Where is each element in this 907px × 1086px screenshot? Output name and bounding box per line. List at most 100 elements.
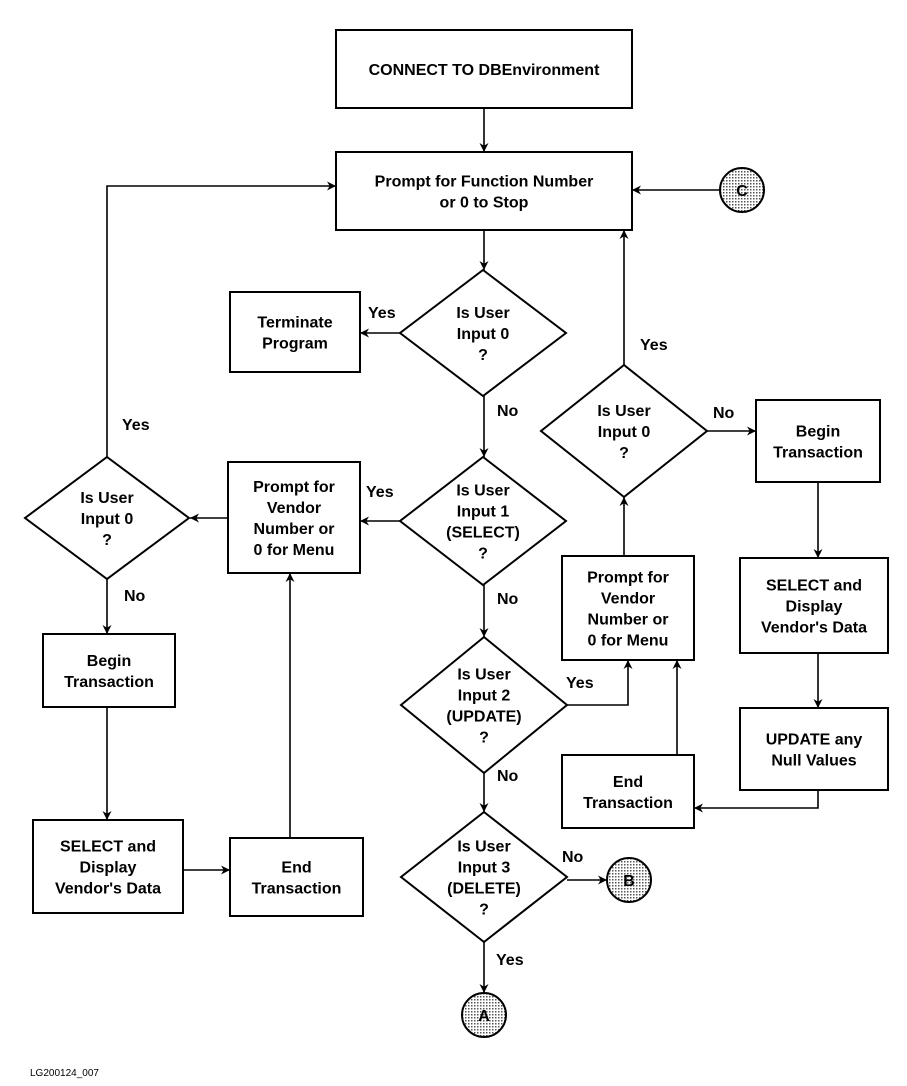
node-text: B bbox=[623, 873, 635, 890]
select-right-process: SELECT and Display Vendor's Data bbox=[739, 557, 889, 654]
edge-label-yes: Yes bbox=[566, 675, 594, 692]
node-text: Is User bbox=[597, 403, 650, 420]
node-text: Is User bbox=[457, 839, 510, 856]
node-text: Display bbox=[786, 599, 843, 616]
end-right-process: End Transaction bbox=[561, 754, 695, 829]
process-box bbox=[335, 151, 633, 231]
decision-diamond bbox=[399, 810, 569, 944]
node-text: Is User bbox=[456, 483, 509, 500]
figure-caption: LG200124_007 bbox=[30, 1068, 99, 1079]
prompt-vendor-left-process: Prompt for Vendor Number or 0 for Menu bbox=[227, 461, 361, 574]
node-text: SELECT and bbox=[60, 839, 156, 856]
node-text: Transaction bbox=[583, 795, 673, 812]
node-text: Transaction bbox=[773, 445, 863, 462]
process-box bbox=[42, 633, 176, 708]
conn-c-connector: C bbox=[719, 167, 765, 213]
node-text: SELECT and bbox=[766, 578, 862, 595]
node-text: ? bbox=[479, 902, 489, 919]
node-text: CONNECT TO DBEnvironment bbox=[369, 62, 601, 79]
edge-label-yes: Yes bbox=[640, 337, 668, 354]
node-text: A bbox=[478, 1008, 490, 1025]
node-text: Vendor's Data bbox=[55, 881, 161, 898]
left-is-input-0-decision: Is User Input 0? bbox=[23, 455, 191, 581]
is-input-1-decision: Is User Input 1 (SELECT)? bbox=[398, 455, 568, 587]
edge-label-no: No bbox=[497, 403, 519, 420]
edge-label-yes: Yes bbox=[496, 952, 524, 969]
process-box bbox=[739, 707, 889, 791]
process-box bbox=[229, 837, 364, 917]
prompt-vendor-right-process: Prompt for Vendor Number or 0 for Menu bbox=[561, 555, 695, 661]
edge-label-no: No bbox=[713, 405, 735, 422]
edge-label-yes: Yes bbox=[366, 484, 394, 501]
begin-left-process: Begin Transaction bbox=[42, 633, 176, 708]
node-text: Prompt for bbox=[587, 570, 669, 587]
node-text: ? bbox=[479, 730, 489, 747]
node-text: Transaction bbox=[64, 674, 154, 691]
node-text: (DELETE) bbox=[447, 881, 521, 898]
node-text: Vendor bbox=[601, 591, 655, 608]
edge-label-yes: Yes bbox=[122, 417, 150, 434]
is-input-3-decision: Is User Input 3 (DELETE)? bbox=[399, 810, 569, 944]
edge-label-yes: Yes bbox=[368, 305, 396, 322]
node-text: 0 for Menu bbox=[588, 633, 669, 650]
node-text: Prompt for Function Number bbox=[375, 174, 594, 191]
edge-label-no: No bbox=[497, 768, 519, 785]
node-text: Null Values bbox=[771, 753, 856, 770]
conn-a-connector: A bbox=[461, 992, 507, 1038]
node-text: End bbox=[281, 860, 311, 877]
node-text: Program bbox=[262, 336, 328, 353]
is-input-0-decision: Is User Input 0? bbox=[398, 268, 568, 398]
connect-process: CONNECT TO DBEnvironment bbox=[335, 29, 633, 109]
right-is-input-0-decision: Is User Input 0? bbox=[539, 363, 709, 499]
decision-diamond bbox=[399, 635, 569, 775]
node-text: Number or bbox=[254, 521, 335, 538]
end-left-process: End Transaction bbox=[229, 837, 364, 917]
node-text: ? bbox=[102, 532, 112, 549]
node-text: Begin bbox=[796, 424, 840, 441]
conn-b-connector: B bbox=[606, 857, 652, 903]
process-box bbox=[229, 291, 361, 373]
node-text: Prompt for bbox=[253, 479, 335, 496]
node-text: Is User bbox=[457, 667, 510, 684]
node-text: Vendor bbox=[267, 500, 321, 517]
node-text: C bbox=[736, 183, 748, 200]
node-text: End bbox=[613, 774, 643, 791]
node-text: ? bbox=[619, 445, 629, 462]
node-text: Display bbox=[80, 860, 137, 877]
edge-label-no: No bbox=[562, 849, 584, 866]
edge-label-no: No bbox=[124, 588, 146, 605]
node-text: ? bbox=[478, 347, 488, 364]
node-text: Input 1 bbox=[457, 504, 510, 521]
node-text: Input 3 bbox=[458, 860, 511, 877]
decision-diamond bbox=[398, 455, 568, 587]
node-text: (SELECT) bbox=[446, 525, 520, 542]
node-text: Input 2 bbox=[458, 688, 511, 705]
node-text: Vendor's Data bbox=[761, 620, 867, 637]
node-text: Is User bbox=[80, 490, 133, 507]
node-text: Input 0 bbox=[81, 511, 134, 528]
node-text: or 0 to Stop bbox=[440, 195, 529, 212]
process-box bbox=[755, 399, 881, 483]
node-text: Begin bbox=[87, 653, 131, 670]
node-text: Transaction bbox=[252, 881, 342, 898]
update-right-process: UPDATE any Null Values bbox=[739, 707, 889, 791]
is-input-2-decision: Is User Input 2 (UPDATE)? bbox=[399, 635, 569, 775]
nodes: CONNECT TO DBEnvironment Prompt for Funct… bbox=[23, 29, 889, 1038]
node-text: Input 0 bbox=[457, 326, 510, 343]
node-text: 0 for Menu bbox=[254, 542, 335, 559]
node-text: Is User bbox=[456, 305, 509, 322]
node-text: Number or bbox=[588, 612, 669, 629]
node-text: UPDATE any bbox=[766, 732, 863, 749]
flowchart: CONNECT TO DBEnvironment Prompt for Funct… bbox=[23, 29, 889, 1079]
begin-right-process: Begin Transaction bbox=[755, 399, 881, 483]
prompt-function-process: Prompt for Function Number or 0 to Stop bbox=[335, 151, 633, 231]
process-box bbox=[561, 754, 695, 829]
edge-label-no: No bbox=[497, 591, 519, 608]
node-text: (UPDATE) bbox=[446, 709, 521, 726]
edge-update_right-to-end_right bbox=[694, 790, 819, 813]
node-text: Terminate bbox=[257, 315, 332, 332]
node-text: ? bbox=[478, 546, 488, 563]
node-text: Input 0 bbox=[598, 424, 651, 441]
terminate-process: Terminate Program bbox=[229, 291, 361, 373]
select-left-process: SELECT and Display Vendor's Data bbox=[32, 819, 184, 914]
